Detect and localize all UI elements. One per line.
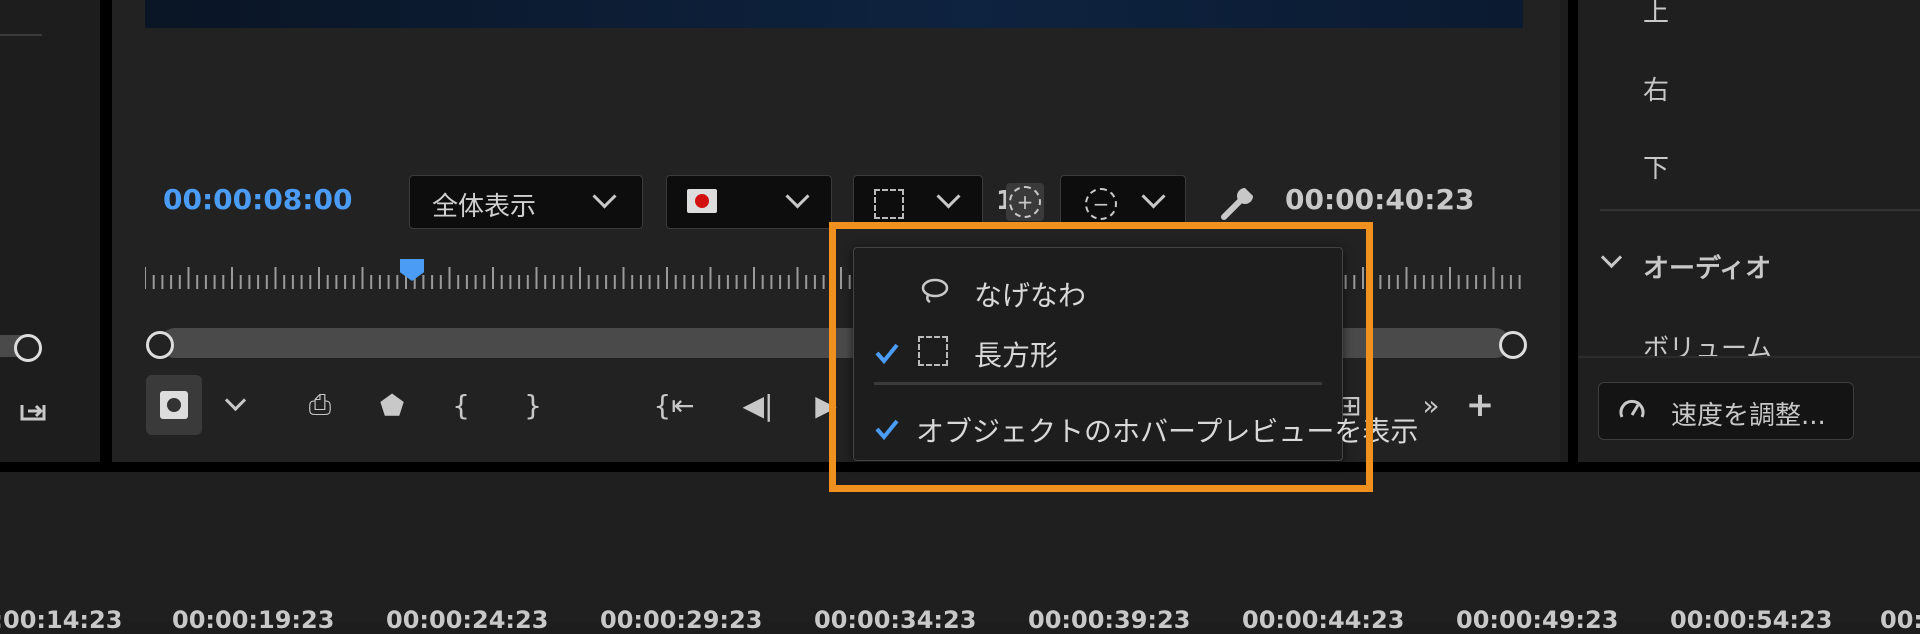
- chevron-down-icon: [936, 184, 961, 209]
- fit-dropdown[interactable]: 全体表示: [409, 175, 643, 229]
- adjust-speed-button[interactable]: 速度を調整...: [1598, 382, 1854, 440]
- fit-dropdown-label: 全体表示: [432, 192, 537, 222]
- highlight-box: [829, 222, 1373, 492]
- duration-timecode: 00:00:40:23: [1285, 183, 1475, 216]
- divider: [0, 34, 42, 36]
- export-frame-icon[interactable]: [18, 393, 48, 423]
- chevron-down-icon: [592, 184, 617, 209]
- timeline-tick: 00:00:24:23: [386, 606, 549, 634]
- selection-tool-dropdown[interactable]: [853, 175, 983, 229]
- timeline-tick: 00:00:44:23: [1242, 606, 1405, 634]
- divider: [1600, 209, 1920, 211]
- left-zoom-knob[interactable]: [14, 334, 42, 362]
- mark-in-icon[interactable]: {: [446, 375, 476, 435]
- timeline-tick: 00:00:49:23: [1456, 606, 1619, 634]
- volume-label: ボリューム: [1643, 334, 1773, 364]
- divider: [1578, 356, 1920, 358]
- current-timecode[interactable]: 00:00:08:00: [163, 183, 352, 216]
- align-bottom-label: 下: [1643, 154, 1670, 184]
- left-panel: [0, 0, 112, 462]
- zoom-in-icon: +: [1009, 186, 1041, 218]
- record-mode-button[interactable]: [146, 375, 202, 435]
- record-mode-icon: [160, 391, 188, 419]
- step-back-icon[interactable]: ◀|: [738, 375, 778, 435]
- marker-icon[interactable]: ⬟: [372, 375, 412, 435]
- adjust-speed-label: 速度を調整...: [1671, 401, 1826, 431]
- video-preview: [145, 0, 1523, 28]
- timeline-tick: 00:00:19:23: [172, 606, 335, 634]
- timeline-tick: 00:00: [1880, 606, 1920, 634]
- align-right-label: 右: [1643, 76, 1670, 106]
- audio-section-header[interactable]: オーディオ: [1643, 248, 1771, 285]
- zoom-right-handle[interactable]: [1499, 331, 1527, 359]
- chevron-down-icon[interactable]: [224, 389, 247, 412]
- chevron-down-icon: [785, 184, 810, 209]
- timeline-tick: 00:00:34:23: [814, 606, 977, 634]
- timeline-tick: 00:00:39:23: [1028, 606, 1191, 634]
- zoom-out-dropdown[interactable]: −: [1060, 175, 1186, 229]
- zoom-in-button[interactable]: +: [1006, 183, 1044, 221]
- record-dropdown[interactable]: [666, 175, 832, 229]
- go-to-in-icon[interactable]: {⇤: [652, 375, 696, 435]
- rectangle-select-icon: [874, 189, 904, 219]
- zoom-left-handle[interactable]: [146, 331, 174, 359]
- timeline-tick: 00:00:29:23: [600, 606, 763, 634]
- zoom-out-icon: −: [1085, 188, 1117, 220]
- wrench-icon[interactable]: [1218, 183, 1258, 223]
- chevron-down-icon: [1141, 184, 1166, 209]
- timeline-tick: 00:00:54:23: [1670, 606, 1833, 634]
- record-icon: [687, 189, 717, 213]
- timeline-tick: 00:00:14:23: [0, 606, 123, 634]
- align-top-label: 上: [1643, 0, 1670, 28]
- speedometer-icon: [1619, 399, 1645, 418]
- mark-out-icon[interactable]: }: [518, 375, 548, 435]
- add-button-icon[interactable]: +: [1460, 375, 1500, 435]
- preview-icon[interactable]: ⎙: [300, 375, 340, 435]
- timeline-panel: [0, 472, 1920, 621]
- more-icon[interactable]: »: [1414, 375, 1448, 435]
